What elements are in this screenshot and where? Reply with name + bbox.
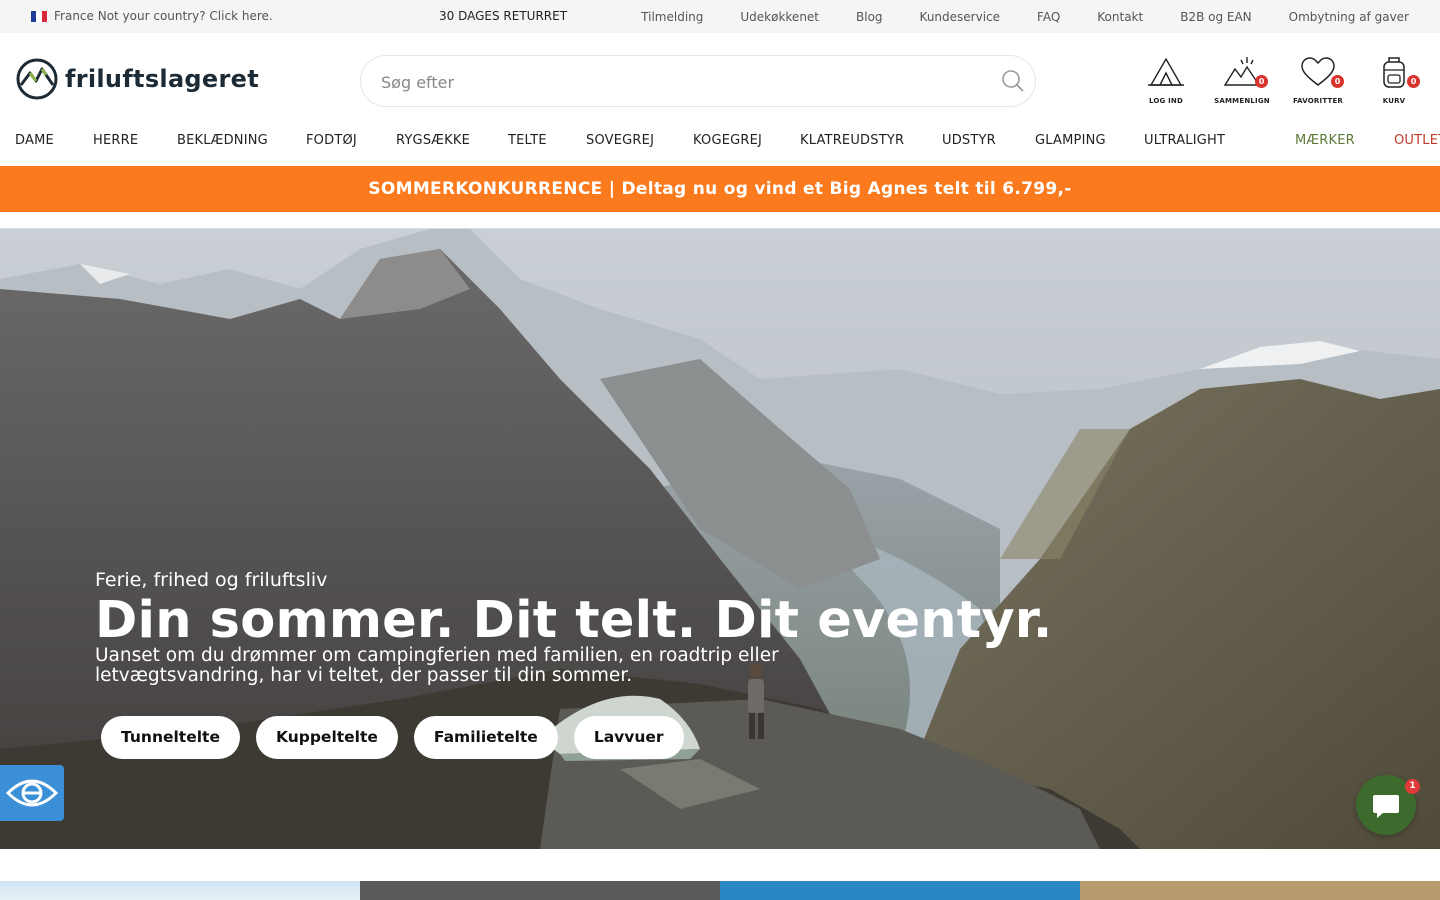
main-navigation: DAME HERRE BEKLÆDNING FODTØJ RYGSÆKKE TE… — [0, 127, 1440, 166]
cart-label: KURV — [1382, 97, 1406, 105]
header-actions: LOG IND 0 SAMMENLIGN 0 FAVORITTER 0 KURV — [1128, 55, 1432, 105]
country-selector[interactable]: France Not your country? Click here. — [31, 9, 273, 23]
lavvuer-button[interactable]: Lavvuer — [573, 716, 684, 759]
nav-item-udstyr[interactable]: UDSTYR — [942, 133, 996, 148]
kuppeltelte-button[interactable]: Kuppeltelte — [255, 716, 398, 759]
hero-cta-group: Tunneltelte Kuppeltelte Familietelte Lav… — [101, 716, 684, 759]
login-button[interactable]: LOG IND — [1128, 55, 1204, 105]
top-link-udekokkenet[interactable]: Udekøkkenet — [740, 10, 819, 24]
category-tiles — [0, 881, 1440, 900]
nav-item-telte[interactable]: TELTE — [508, 133, 547, 148]
top-link-blog[interactable]: Blog — [856, 10, 883, 24]
top-link-faq[interactable]: FAQ — [1037, 10, 1060, 24]
nav-item-bekladning[interactable]: BEKLÆDNING — [177, 133, 268, 148]
favorites-count-badge: 0 — [1331, 75, 1344, 88]
login-label: LOG IND — [1148, 97, 1184, 105]
search-bar[interactable] — [360, 55, 1036, 107]
site-header: friluftslageret LOG IND 0 SAMMENL — [0, 33, 1440, 127]
country-selector-text[interactable]: France Not your country? Click here. — [54, 9, 273, 23]
nav-item-sovegrej[interactable]: SOVEGREJ — [586, 133, 654, 148]
nav-item-fodtoj[interactable]: FODTØJ — [306, 133, 357, 148]
category-tile-2[interactable] — [360, 881, 720, 900]
nav-item-klatreudstyr[interactable]: KLATREUDSTYR — [800, 133, 904, 148]
favorites-label: FAVORITTER — [1292, 97, 1344, 105]
nav-item-dame[interactable]: DAME — [15, 133, 54, 148]
eye-icon — [6, 779, 58, 807]
promo-banner[interactable]: SOMMERKONKURRENCE | Deltag nu og vind et… — [0, 166, 1440, 212]
france-flag-icon — [31, 10, 47, 22]
hero-subtitle: Uanset om du drømmer om campingferien me… — [95, 645, 779, 686]
category-tile-1[interactable] — [0, 881, 360, 900]
compare-count-badge: 0 — [1255, 75, 1268, 88]
top-link-tilmelding[interactable]: Tilmelding — [641, 10, 703, 24]
nav-item-brands[interactable]: MÆRKER — [1295, 133, 1355, 148]
chat-unread-badge: 1 — [1405, 779, 1420, 794]
nav-item-outlet[interactable]: OUTLET — [1394, 133, 1440, 148]
hero-title: Din sommer. Dit telt. Dit eventyr. — [95, 591, 1053, 650]
accessibility-widget-button[interactable] — [0, 765, 64, 821]
hero-banner: Ferie, frihed og friluftsliv Din sommer.… — [0, 229, 1440, 849]
category-tile-4[interactable] — [1080, 881, 1440, 900]
top-utility-bar: France Not your country? Click here. 30 … — [0, 0, 1440, 33]
returns-notice: 30 DAGES RETURRET — [439, 9, 568, 23]
site-logo[interactable]: friluftslageret — [15, 57, 259, 101]
compare-label: SAMMENLIGN — [1214, 97, 1270, 105]
top-link-kontakt[interactable]: Kontakt — [1097, 10, 1143, 24]
search-icon[interactable] — [1001, 69, 1025, 93]
nav-item-glamping[interactable]: GLAMPING — [1035, 133, 1106, 148]
nav-item-herre[interactable]: HERRE — [93, 133, 138, 148]
top-link-kundeservice[interactable]: Kundeservice — [920, 10, 1000, 24]
logo-text: friluftslageret — [65, 65, 259, 93]
chat-widget-button[interactable]: 1 — [1356, 775, 1420, 835]
compare-button[interactable]: 0 SAMMENLIGN — [1204, 55, 1280, 105]
favorites-button[interactable]: 0 FAVORITTER — [1280, 55, 1356, 105]
hero-eyebrow: Ferie, frihed og friluftsliv — [95, 569, 328, 591]
nav-item-ultralight[interactable]: ULTRALIGHT — [1144, 133, 1225, 148]
top-link-b2b[interactable]: B2B og EAN — [1180, 10, 1251, 24]
chat-bubble-icon — [1373, 795, 1399, 818]
cart-button[interactable]: 0 KURV — [1356, 55, 1432, 105]
tunneltelte-button[interactable]: Tunneltelte — [101, 716, 240, 759]
mountain-logo-icon — [16, 58, 58, 100]
top-links: Tilmelding Udekøkkenet Blog Kundeservice… — [641, 10, 1409, 24]
search-input[interactable] — [381, 70, 981, 94]
category-tile-3[interactable] — [720, 881, 1080, 900]
nav-item-rygsaekke[interactable]: RYGSÆKKE — [396, 133, 470, 148]
cart-count-badge: 0 — [1407, 75, 1420, 88]
top-link-ombytning[interactable]: Ombytning af gaver — [1289, 10, 1409, 24]
nav-item-kogegrej[interactable]: KOGEGREJ — [693, 133, 762, 148]
familietelte-button[interactable]: Familietelte — [413, 716, 558, 759]
tent-icon — [1148, 57, 1184, 86]
